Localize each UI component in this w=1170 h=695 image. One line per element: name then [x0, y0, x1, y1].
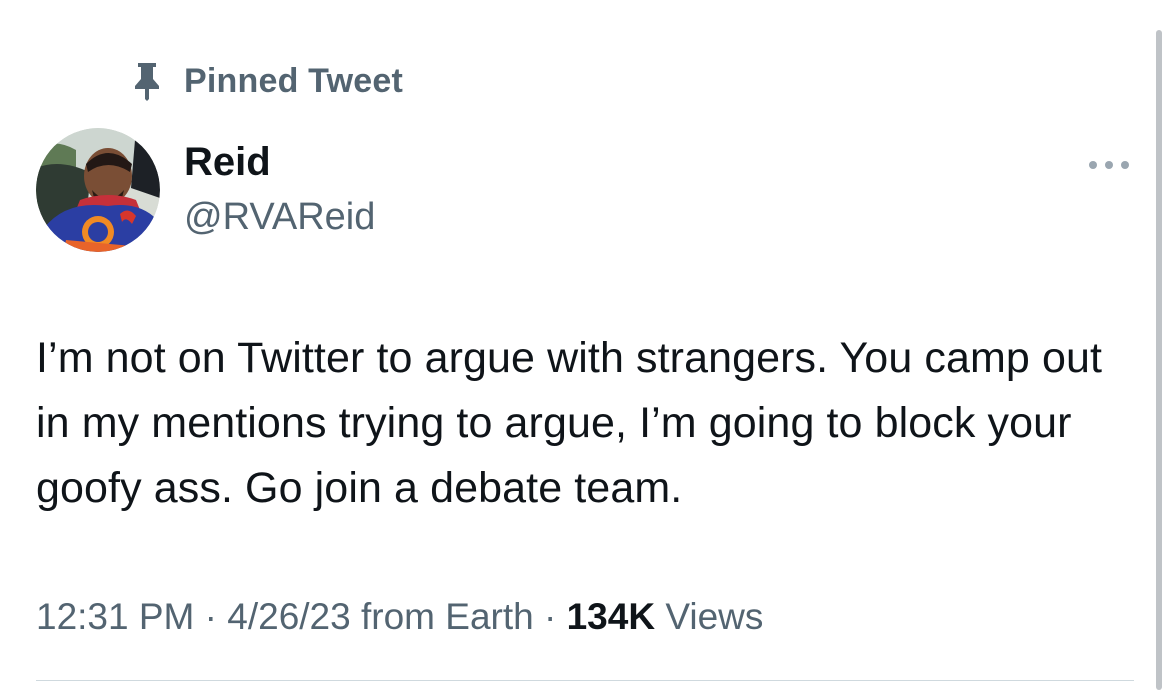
views-count[interactable]: 134K — [567, 596, 655, 637]
meta-separator: · — [194, 596, 228, 637]
tweet-source: from Earth — [350, 596, 534, 637]
pinned-label: Pinned Tweet — [184, 61, 404, 100]
more-dots-icon — [1089, 161, 1129, 169]
pin-icon — [132, 61, 162, 101]
pinned-indicator: Pinned Tweet — [132, 58, 403, 104]
user-handle[interactable]: @RVAReid — [184, 196, 375, 239]
tweet-meta: 12:31 PM · 4/26/23 from Earth · 134K Vie… — [36, 596, 763, 638]
scrollbar[interactable] — [1156, 30, 1162, 690]
divider — [36, 680, 1134, 681]
tweet-text: I’m not on Twitter to argue with strange… — [36, 334, 1103, 512]
tweet-time[interactable]: 12:31 PM — [36, 596, 194, 637]
avatar-photo — [36, 128, 160, 252]
tweet-page: Pinned Tweet Reid @RVAReid I’m not on Tw… — [0, 0, 1170, 695]
more-button[interactable] — [1084, 150, 1134, 180]
avatar[interactable] — [36, 128, 160, 252]
views-label: Views — [655, 596, 764, 637]
meta-separator: · — [533, 596, 567, 637]
display-name[interactable]: Reid — [184, 140, 271, 185]
tweet-date[interactable]: 4/26/23 — [227, 596, 350, 637]
